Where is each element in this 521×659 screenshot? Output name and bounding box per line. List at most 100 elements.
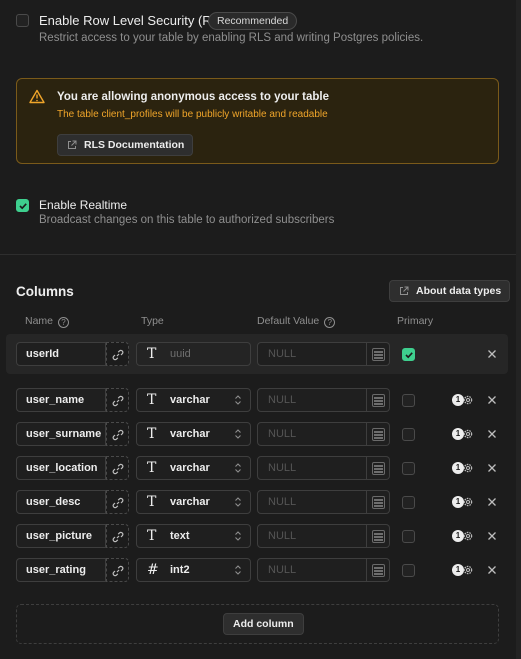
type-icon: T <box>147 346 157 362</box>
close-icon[interactable] <box>486 394 498 406</box>
link-icon <box>112 463 124 475</box>
column-type-select[interactable]: T varchar <box>136 422 251 446</box>
default-value-suggestions-button[interactable] <box>367 456 390 480</box>
primary-key-checkbox[interactable] <box>402 394 415 407</box>
chevron-up-down-icon <box>235 531 241 541</box>
section-divider <box>0 254 521 255</box>
list-lines-icon <box>374 397 383 405</box>
close-icon[interactable] <box>486 564 498 576</box>
column-type-select[interactable]: T uuid <box>136 342 251 366</box>
rls-checkbox[interactable] <box>16 14 29 27</box>
rls-documentation-button[interactable]: RLS Documentation <box>57 134 194 156</box>
default-value-suggestions-button[interactable] <box>367 524 390 548</box>
columns-heading: Columns <box>16 284 74 299</box>
close-icon[interactable] <box>486 496 498 508</box>
close-icon[interactable] <box>486 348 498 360</box>
primary-key-checkbox[interactable] <box>402 530 415 543</box>
column-settings-button[interactable]: 1 <box>452 495 474 509</box>
help-icon[interactable]: ? <box>58 317 70 328</box>
type-icon: T <box>147 392 157 408</box>
default-value-input[interactable]: NULL <box>257 524 367 548</box>
close-icon[interactable] <box>486 530 498 542</box>
foreign-key-link-button[interactable] <box>106 422 129 446</box>
gear-icon <box>463 531 473 541</box>
primary-key-checkbox[interactable] <box>402 348 415 361</box>
column-type-value: text <box>170 530 190 542</box>
foreign-key-link-button[interactable] <box>106 558 129 582</box>
scrollbar[interactable] <box>516 0 521 659</box>
foreign-key-link-button[interactable] <box>106 490 129 514</box>
gear-icon <box>463 429 473 439</box>
default-value-input[interactable]: NULL <box>257 388 367 412</box>
add-column-button[interactable]: Add column <box>223 613 304 635</box>
primary-key-checkbox[interactable] <box>402 428 415 441</box>
about-data-types-button[interactable]: About data types <box>389 280 511 302</box>
column-name-input[interactable]: user_surname <box>16 422 106 446</box>
column-type-select[interactable]: T varchar <box>136 490 251 514</box>
default-value-input[interactable]: NULL <box>257 342 367 366</box>
default-value-input[interactable]: NULL <box>257 558 367 582</box>
type-icon: T <box>147 494 157 510</box>
column-type-select[interactable]: T text <box>136 524 251 548</box>
column-name-input[interactable]: userId <box>16 342 106 366</box>
default-value-suggestions-button[interactable] <box>367 422 390 446</box>
header-type: Type <box>141 315 164 327</box>
gear-icon <box>463 565 473 575</box>
column-settings-button[interactable]: 1 <box>452 563 474 577</box>
column-type-select[interactable]: T varchar <box>136 456 251 480</box>
column-name-input[interactable]: user_desc <box>16 490 106 514</box>
column-type-value: int2 <box>170 564 190 576</box>
column-name-input[interactable]: user_name <box>16 388 106 412</box>
column-settings-button[interactable]: 1 <box>452 427 474 441</box>
foreign-key-link-button[interactable] <box>106 524 129 548</box>
link-icon <box>112 565 124 577</box>
column-settings-button[interactable]: 1 <box>452 393 474 407</box>
anonymous-access-warning: You are allowing anonymous access to you… <box>16 78 499 164</box>
warning-title: You are allowing anonymous access to you… <box>57 91 330 103</box>
primary-key-checkbox[interactable] <box>402 462 415 475</box>
column-name-input[interactable]: user_rating <box>16 558 106 582</box>
default-value-suggestions-button[interactable] <box>367 342 390 366</box>
type-icon: T <box>147 528 157 544</box>
header-primary: Primary <box>397 315 434 327</box>
link-icon <box>112 395 124 407</box>
primary-key-checkbox[interactable] <box>402 564 415 577</box>
close-icon[interactable] <box>486 462 498 474</box>
chevron-up-down-icon <box>235 497 241 507</box>
type-icon: T <box>147 426 157 442</box>
foreign-key-link-button[interactable] <box>106 456 129 480</box>
column-type-select[interactable]: # int2 <box>136 558 251 582</box>
column-settings-button[interactable]: 1 <box>452 529 474 543</box>
link-icon <box>112 497 124 509</box>
default-value-input[interactable]: NULL <box>257 422 367 446</box>
link-icon <box>112 349 124 361</box>
check-icon <box>19 203 27 210</box>
column-name-input[interactable]: user_location <box>16 456 106 480</box>
header-default-value: Default Value? <box>257 315 336 328</box>
header-name-label: Name <box>25 315 54 327</box>
chevron-up-down-icon <box>235 565 241 575</box>
foreign-key-link-button[interactable] <box>106 388 129 412</box>
gear-icon <box>463 395 473 405</box>
check-icon <box>405 352 413 359</box>
list-lines-icon <box>374 465 383 473</box>
primary-key-checkbox[interactable] <box>402 496 415 509</box>
external-link-icon <box>68 140 77 149</box>
list-lines-icon <box>374 351 383 359</box>
column-type-select[interactable]: T varchar <box>136 388 251 412</box>
default-value-input[interactable]: NULL <box>257 456 367 480</box>
default-value-input[interactable]: NULL <box>257 490 367 514</box>
default-value-suggestions-button[interactable] <box>367 490 390 514</box>
help-icon[interactable]: ? <box>324 317 336 328</box>
chevron-up-down-icon <box>235 429 241 439</box>
gear-icon <box>463 463 473 473</box>
default-value-suggestions-button[interactable] <box>367 388 390 412</box>
realtime-description: Broadcast changes on this table to autho… <box>39 214 335 226</box>
foreign-key-link-button[interactable] <box>106 342 129 366</box>
close-icon[interactable] <box>486 428 498 440</box>
list-lines-icon <box>374 499 383 507</box>
default-value-suggestions-button[interactable] <box>367 558 390 582</box>
realtime-checkbox[interactable] <box>16 199 29 212</box>
column-name-input[interactable]: user_picture <box>16 524 106 548</box>
column-settings-button[interactable]: 1 <box>452 461 474 475</box>
